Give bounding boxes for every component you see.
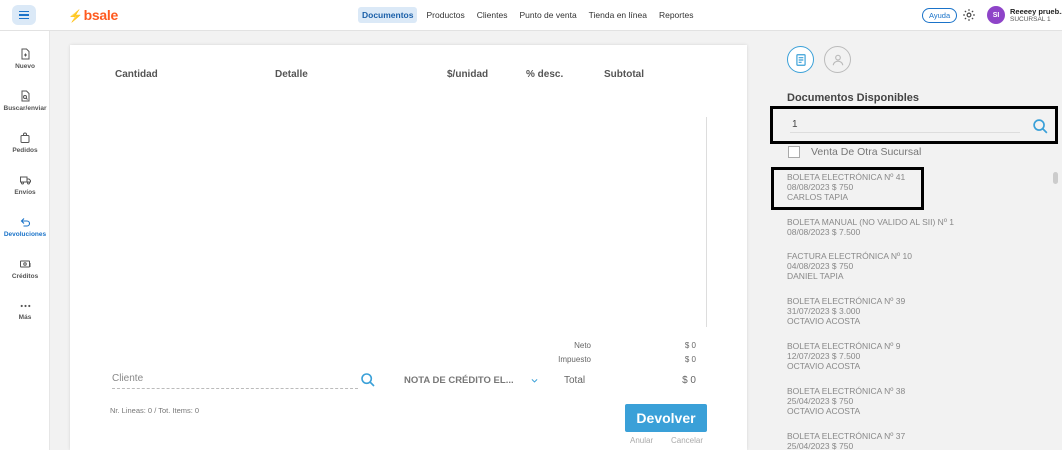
document-item[interactable]: BOLETA ELECTRÓNICA Nº 41 08/08/2023 $ 75… [787,172,905,202]
nav-clientes[interactable]: Clientes [474,7,511,23]
other-branch-checkbox[interactable] [788,146,800,158]
document-item[interactable]: BOLETA ELECTRÓNICA Nº 39 31/07/2023 $ 3.… [787,296,905,326]
client-field[interactable]: Cliente [112,373,358,389]
nav-reportes[interactable]: Reportes [656,7,697,23]
document-date-amount: 31/07/2023 $ 3.000 [787,306,861,316]
document-title: BOLETA ELECTRÓNICA Nº 37 [787,431,906,441]
impuesto-value: $ 0 [684,355,696,364]
brand-logo[interactable]: ⚡bsale [68,7,118,23]
available-documents-title: Documentos Disponibles [787,92,920,104]
document-item[interactable]: BOLETA ELECTRÓNICA Nº 38 25/04/2023 $ 75… [787,386,905,416]
document-search-box: 1 [770,106,1058,144]
impuesto-label: Impuesto [558,355,591,364]
document-title: BOLETA MANUAL (NO VALIDO AL SII) Nº 1 [787,217,955,227]
nav-tienda-en-linea[interactable]: Tienda en línea [586,7,650,23]
nav-punto-de-venta[interactable]: Punto de venta [516,7,579,23]
neto-label: Neto [574,341,591,350]
document-search-input[interactable]: 1 [790,119,1020,133]
sidebar-item-label: Nuevo [15,63,35,70]
credit-icon [19,260,30,268]
user-name[interactable]: Reeeey prueb... [1010,7,1062,16]
new-document-icon [21,48,30,60]
sidebar-item-label: Más [18,314,32,321]
sidebar-item-label: Créditos [11,273,39,280]
sidebar-item-creditos[interactable]: Créditos [0,258,50,280]
sidebar: Nuevo Buscar/enviar Pedidos Envíos Devol… [0,31,50,450]
document-client: OCTAVIO ACOSTA [787,361,861,371]
more-dots-icon [20,304,30,308]
search-icon[interactable] [1032,118,1049,135]
bag-icon [20,132,30,143]
document-title: BOLETA ELECTRÓNICA Nº 41 [787,172,906,182]
document-date-amount: 25/04/2023 $ 750 [787,441,854,450]
items-scrollbar[interactable] [706,117,707,327]
help-button[interactable]: Ayuda [922,8,958,23]
nav-productos[interactable]: Productos [423,7,467,23]
other-branch-label: Venta De Otra Sucursal [811,146,922,158]
document-item[interactable]: BOLETA ELECTRÓNICA Nº 9 12/07/2023 $ 7.5… [787,341,900,371]
search-icon[interactable] [360,372,376,388]
sidebar-item-label: Envíos [14,189,36,196]
documents-scrollbar[interactable] [1053,172,1058,184]
column-header-discount: % desc. [526,69,564,80]
menu-icon[interactable] [12,5,36,25]
document-client: DANIEL TAPIA [787,271,844,281]
sidebar-item-envios[interactable]: Envíos [0,174,50,196]
document-client: CARLOS TAPIA [787,192,849,202]
devolver-button[interactable]: Devolver [625,404,707,432]
cancelar-link[interactable]: Cancelar [671,436,703,445]
total-value: $ 0 [682,375,696,386]
sidebar-item-devoluciones[interactable]: Devoluciones [0,216,50,238]
line-item-counts: Nr. Lineas: 0 / Tot. Items: 0 [110,406,200,415]
column-header-detalle: Detalle [275,69,308,80]
document-client: OCTAVIO ACOSTA [787,406,861,416]
sidebar-item-label: Devoluciones [3,231,47,238]
document-title: BOLETA ELECTRÓNICA Nº 38 [787,386,906,396]
sidebar-item-nuevo[interactable]: Nuevo [0,48,50,70]
document-title: BOLETA ELECTRÓNICA Nº 39 [787,296,906,306]
document-date-amount: 25/04/2023 $ 750 [787,396,854,406]
document-date-amount: 04/08/2023 $ 750 [787,261,854,271]
chevron-down-icon[interactable] [530,376,539,385]
document-date-amount: 08/08/2023 $ 750 [787,182,854,192]
gear-icon[interactable] [962,8,976,22]
sidebar-item-mas[interactable]: Más [0,301,50,321]
sidebar-item-label: Buscar/enviar [3,105,47,112]
sidebar-item-label: Pedidos [12,147,38,154]
document-item[interactable]: BOLETA ELECTRÓNICA Nº 37 25/04/2023 $ 75… [787,431,905,450]
search-document-icon [21,90,30,102]
column-header-subtotal: Subtotal [604,69,644,80]
top-bar: ⚡bsale Documentos Productos Clientes Pun… [0,0,1062,31]
documents-tab-icon[interactable] [787,46,814,73]
document-type-select[interactable]: NOTA DE CRÉDITO EL... [404,375,514,386]
document-client: OCTAVIO ACOSTA [787,316,861,326]
sidebar-item-pedidos[interactable]: Pedidos [0,132,50,154]
document-title: BOLETA ELECTRÓNICA Nº 9 [787,341,901,351]
document-item[interactable]: BOLETA MANUAL (NO VALIDO AL SII) Nº 1 08… [787,217,954,237]
client-tab-icon[interactable] [824,46,851,73]
return-arrow-icon [20,218,30,227]
nav-documentos[interactable]: Documentos [358,7,418,23]
document-item[interactable]: FACTURA ELECTRÓNICA Nº 10 04/08/2023 $ 7… [787,251,912,281]
total-label: Total [564,375,586,386]
truck-icon [19,176,31,185]
return-form-card: Cantidad Detalle $/unidad % desc. Subtot… [70,45,747,450]
document-title: FACTURA ELECTRÓNICA Nº 10 [787,251,912,261]
main-nav: Documentos Productos Clientes Punto de v… [358,7,696,23]
anular-link[interactable]: Anular [630,436,653,445]
document-date-amount: 08/08/2023 $ 7.500 [787,227,861,237]
sidebar-item-buscar[interactable]: Buscar/enviar [0,90,50,112]
user-branch: SUCURSAL 1 [1010,16,1051,23]
column-header-cantidad: Cantidad [115,69,158,80]
avatar[interactable]: SI [987,6,1005,24]
neto-value: $ 0 [684,341,696,350]
column-header-unit-price: $/unidad [447,69,489,80]
document-date-amount: 12/07/2023 $ 7.500 [787,351,861,361]
